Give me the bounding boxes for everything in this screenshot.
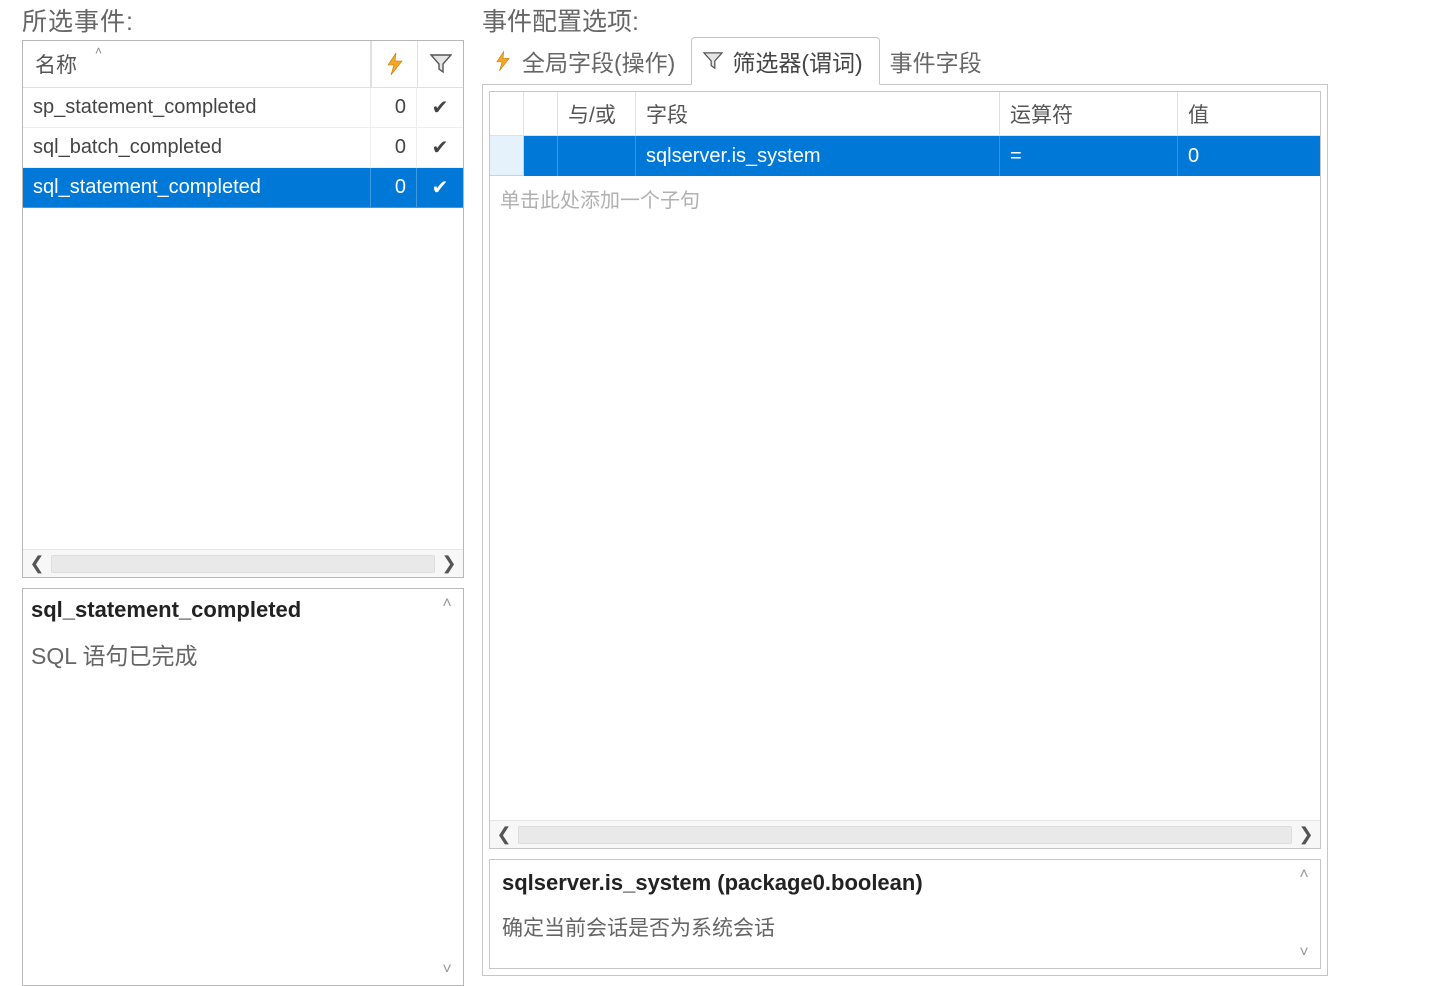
tab-global-fields[interactable]: 全局字段(操作) [482,38,691,84]
column-header-filter-icon[interactable] [417,41,463,87]
check-icon: ✔ [432,135,449,160]
column-header-value[interactable]: 值 [1178,92,1320,135]
scroll-track[interactable] [51,555,435,573]
scroll-left-icon[interactable]: ❮ [23,553,51,574]
event-flag-cell: ✔ [417,128,463,168]
filter-rows: sqlserver.is_system = 0 单击此处添加一个子句 [490,136,1320,820]
scroll-down-icon[interactable]: ˅ [1294,944,1314,962]
sort-indicator-icon: ˄ [95,44,102,58]
field-description-text: 确定当前会话是否为系统会话 [502,912,1286,942]
event-list-header: 名称 ˄ [23,41,463,88]
event-row[interactable]: sp_statement_completed 0 ✔ [23,88,463,128]
tab-strip: 全局字段(操作) 筛选器(谓词) 事件字段 [482,40,1328,84]
check-icon: ✔ [432,95,449,120]
event-row[interactable]: sql_batch_completed 0 ✔ [23,128,463,168]
tab-filter-predicate[interactable]: 筛选器(谓词) [691,37,879,85]
event-description-box: ˄ sql_statement_completed SQL 语句已完成 ˅ [22,588,464,986]
filter-grid-header: 与/或 字段 运算符 值 [490,92,1320,136]
row-inner-handle-header [524,92,558,135]
event-name-cell: sql_batch_completed [23,128,371,168]
bolt-icon [386,53,404,75]
filter-row[interactable]: sqlserver.is_system = 0 [490,136,1320,176]
row-handle[interactable] [490,136,524,176]
funnel-icon [702,52,724,70]
column-header-name-text: 名称 [35,49,77,79]
tab-label: 全局字段(操作) [522,44,675,78]
event-name-cell: sp_statement_completed [23,88,371,128]
right-body: 与/或 字段 运算符 值 sqlserver.is_system = 0 单击此… [482,84,1328,976]
selected-events-label: 所选事件: [22,2,134,38]
event-config-label: 事件配置选项: [482,2,639,38]
field-description-title: sqlserver.is_system (package0.boolean) [502,870,1286,896]
column-header-name[interactable]: 名称 ˄ [23,41,371,87]
scroll-right-icon[interactable]: ❯ [435,553,463,574]
row-handle-header [490,92,524,135]
tab-event-fields[interactable]: 事件字段 [880,38,998,84]
scroll-down-icon[interactable]: ˅ [437,961,457,979]
tab-label: 事件字段 [890,44,982,78]
funnel-icon [430,54,452,74]
left-pane: 所选事件: 名称 ˄ [0,0,474,986]
root: 所选事件: 名称 ˄ [0,0,1448,986]
add-clause-placeholder[interactable]: 单击此处添加一个子句 [490,176,1320,221]
filter-field-cell[interactable]: sqlserver.is_system [636,136,1000,176]
bolt-icon [492,51,514,71]
column-header-operator[interactable]: 运算符 [1000,92,1178,135]
event-name-cell: sql_statement_completed [23,168,371,208]
scroll-up-icon[interactable]: ˄ [1294,866,1314,884]
event-count-cell: 0 [371,88,417,128]
right-pane: 事件配置选项: 全局字段(操作) 筛选器(谓词) 事件字段 [474,0,1448,986]
filter-value-cell[interactable]: 0 [1178,136,1320,176]
check-icon: ✔ [432,175,449,200]
field-description-box: ˄ sqlserver.is_system (package0.boolean)… [489,859,1321,969]
scroll-track[interactable] [518,826,1292,844]
scroll-right-icon[interactable]: ❯ [1292,824,1320,845]
filter-grid-hscroll[interactable]: ❮ ❯ [490,820,1320,848]
column-header-action-icon[interactable] [371,41,417,87]
event-count-cell: 0 [371,168,417,208]
event-list-hscroll[interactable]: ❮ ❯ [23,549,463,577]
event-list: 名称 ˄ sp_statement_completed 0 [22,40,464,578]
event-row[interactable]: sql_statement_completed 0 ✔ [23,168,463,208]
event-flag-cell: ✔ [417,168,463,208]
event-description-text: SQL 语句已完成 [31,637,431,671]
right-title-bar: 事件配置选项: [482,0,1328,40]
tab-label: 筛选器(谓词) [732,44,862,78]
event-count-cell: 0 [371,128,417,168]
column-header-field[interactable]: 字段 [636,92,1000,135]
filter-operator-cell[interactable]: = [1000,136,1178,176]
filter-andor-cell[interactable] [558,136,636,176]
event-flag-cell: ✔ [417,88,463,128]
filter-grid: 与/或 字段 运算符 值 sqlserver.is_system = 0 单击此… [489,91,1321,849]
column-header-andor[interactable]: 与/或 [558,92,636,135]
event-description-title: sql_statement_completed [31,597,431,623]
scroll-up-icon[interactable]: ˄ [437,595,457,613]
left-title-bar: 所选事件: [22,0,464,40]
row-inner-handle [524,136,558,176]
scroll-left-icon[interactable]: ❮ [490,824,518,845]
event-rows: sp_statement_completed 0 ✔ sql_batch_com… [23,88,463,549]
